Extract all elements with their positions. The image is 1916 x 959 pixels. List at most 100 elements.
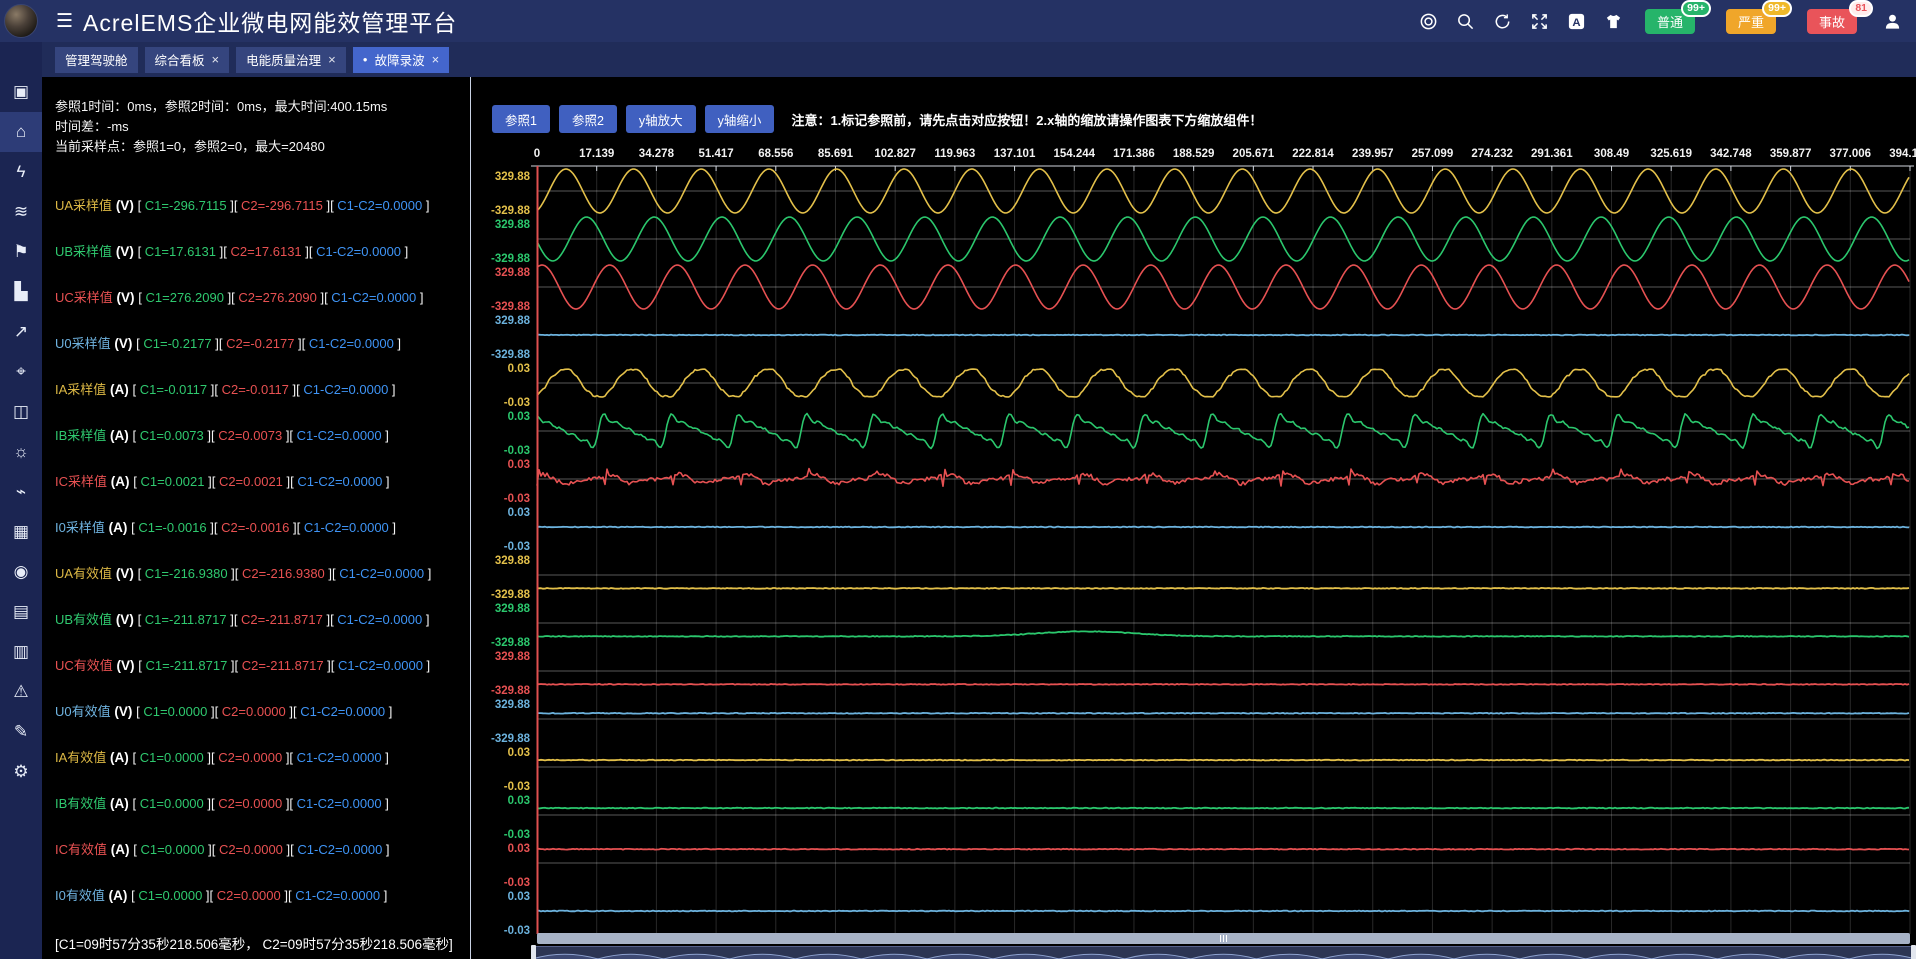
sidebar-item-alarm-light[interactable]: ⚠ [0,672,42,712]
navigator-right-handle[interactable] [1911,945,1916,959]
waveform-UB有效值 [537,631,1909,637]
bracket: ][ [294,336,308,351]
sidebar-item-trend-analysis[interactable]: ↗ [0,312,42,352]
waveform-plot[interactable]: 017.13934.27851.41768.55685.691102.82711… [471,140,1916,935]
c2-value: C2=0.0000 [219,842,283,857]
measurement-row-UB有效值: UB有效值 (V) [ C1=-211.8717 ][ C2=-211.8717… [55,609,429,628]
bracket: ] [422,612,429,627]
measurement-row-U0采样值: U0采样值 (V) [ C1=-0.2177 ][ C2=-0.2177 ][ … [55,333,401,352]
x-tick-label: 119.963 [934,148,975,160]
tab-bar: 管理驾驶舱综合看板×电能质量治理×●故障录波× [42,42,1916,77]
tab-close-icon[interactable]: × [212,52,220,67]
sidebar-item-pv-solar[interactable]: ▦ [0,512,42,552]
search-icon[interactable] [1456,11,1476,31]
unit-label: (V) [112,198,138,213]
tab-label: 电能质量治理 [246,50,321,69]
sidebar-item-ev-charging[interactable]: ⌁ [0,472,42,512]
c1-value: C1=0.0000 [140,796,204,811]
alarm-normal-count-badge: 99+ [1681,0,1711,17]
y-min-label: -0.03 [504,493,530,505]
tab-电能质量治理[interactable]: 电能质量治理 × [236,47,346,73]
yaxis-zoom-out-button[interactable]: y轴缩小 [705,105,775,133]
unit-label: (A) [105,520,131,535]
sidebar-item-bar-statistics[interactable]: ▙ [0,272,42,312]
y-min-label: -329.88 [491,205,531,217]
tab-管理驾驶舱[interactable]: 管理驾驶舱 [55,47,138,73]
theme-skin-icon[interactable] [1604,11,1624,31]
sidebar-item-dashboard[interactable]: ▣ [0,72,42,112]
sidebar-item-load-curve[interactable]: ≋ [0,192,42,232]
measurement-row-UA有效值: UA有效值 (V) [ C1=-216.9380 ][ C2=-216.9380… [55,563,431,582]
refresh-icon[interactable] [1493,11,1513,31]
c1-value: C1=17.6131 [145,244,216,259]
y-max-label: 0.03 [508,363,530,375]
sidebar-item-monitor-screen[interactable]: ◫ [0,392,42,432]
power-monitor-icon: ϟ [17,162,26,182]
sidebar-item-system-settings[interactable]: ⚙ [0,752,42,792]
alarm-accident-button[interactable]: 事故 81 [1807,9,1857,34]
channel-label: IB采样值 [55,428,106,443]
y-min-label: -0.03 [504,829,530,841]
sidebar-item-alarm[interactable]: ⚑ [0,232,42,272]
report-form-icon: ▤ [13,602,29,622]
sidebar-item-energy-saving[interactable]: ☼ [0,432,42,472]
c2-value: C2=0.0073 [218,428,282,443]
sidebar-item-power-monitor[interactable]: ϟ [0,152,42,192]
x-axis-scrollbar[interactable] [537,933,1910,944]
sidebar-item-home[interactable]: ⌂ [0,112,42,152]
navigator-left-handle[interactable] [531,945,536,959]
bracket: ] [380,888,387,903]
tab-close-icon[interactable]: × [328,52,336,67]
sidebar-item-video-camera[interactable]: ◉ [0,552,42,592]
diff-value: C1-C2=0.0000 [297,796,382,811]
bracket: ][ [302,244,316,259]
channel-label: IC采样值 [55,474,107,489]
bracket: ][ [212,336,226,351]
bracket: ][ [204,474,218,489]
reference2-button[interactable]: 参照2 [559,105,617,133]
waveform-chart-area: 参照1 参照2 y轴放大 y轴缩小 注意：1.标记参照前，请先点击对应按钮！2.… [471,77,1916,959]
scrollbar-grip[interactable] [1223,935,1224,942]
reference1-button[interactable]: 参照1 [492,105,550,133]
x-tick-label: 222.814 [1292,148,1334,160]
menu-toggle-icon[interactable]: ☰ [56,10,73,33]
yaxis-zoom-in-button[interactable]: y轴放大 [626,105,696,133]
x-tick-label: 394.135 [1889,148,1916,160]
measurement-row-IA有效值: IA有效值 (A) [ C1=0.0000 ][ C2=0.0000 ][ C1… [55,747,389,766]
help-target-icon[interactable] [1419,11,1439,31]
measurement-row-IB有效值: IB有效值 (A) [ C1=0.0000 ][ C2=0.0000 ][ C1… [55,793,389,812]
sidebar-item-operation-log[interactable]: ✎ [0,712,42,752]
sidebar-nav: ▣⌂ ϟ ≋⚑▙↗⌖◫ ☼ ⌁▦◉ ▤ ▥⚠✎⚙ [0,42,42,959]
x-tick-label: 188.529 [1173,148,1215,160]
diff-value: C1-C2=0.0000 [337,198,422,213]
user-profile-icon[interactable] [1882,11,1902,31]
sidebar-item-report-form[interactable]: ▤ [0,592,42,632]
x-axis-zoom-navigator[interactable] [531,946,1916,959]
c2-value: C2=0.0000 [218,796,282,811]
y-max-label: 329.88 [495,555,531,567]
tab-故障录波[interactable]: ●故障录波× [353,47,449,73]
tab-close-icon[interactable]: × [432,52,440,67]
fullscreen-icon[interactable] [1530,11,1550,31]
sidebar-item-archive[interactable]: ▥ [0,632,42,672]
y-min-label: -329.88 [491,589,531,601]
sidebar-item-map-search[interactable]: ⌖ [0,352,42,392]
language-translate-icon[interactable]: A [1567,11,1587,31]
bracket: ][ [227,198,241,213]
bracket: ][ [224,290,238,305]
alarm-normal-button[interactable]: 普通 99+ [1645,9,1695,34]
energy-saving-icon: ☼ [13,442,29,462]
alarm-severe-button[interactable]: 严重 99+ [1726,9,1776,34]
chart-toolbar: 参照1 参照2 y轴放大 y轴缩小 注意：1.标记参照前，请先点击对应按钮！2.… [492,105,1262,133]
bracket: ][ [202,888,216,903]
bracket: ] [382,796,389,811]
x-tick-label: 239.957 [1352,148,1394,160]
unit-label: (A) [105,888,131,903]
x-tick-label: 291.361 [1531,148,1573,160]
svg-text:A: A [1573,16,1581,28]
y-min-label: -329.88 [491,253,531,265]
measurement-panel: 参照1时间：0ms，参照2时间：0ms，最大时间:400.15ms 时间差：-m… [42,77,471,959]
user-avatar[interactable] [4,4,38,38]
tab-综合看板[interactable]: 综合看板× [145,47,230,73]
measurement-row-I0采样值: I0采样值 (A) [ C1=-0.0016 ][ C2=-0.0016 ][ … [55,517,396,536]
